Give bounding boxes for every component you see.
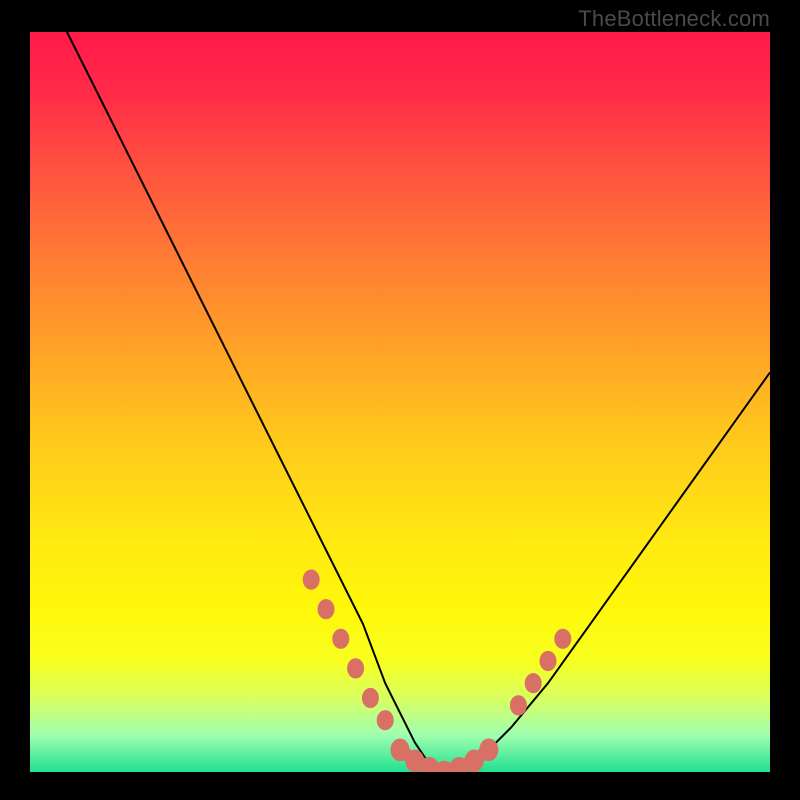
marker-point	[377, 711, 393, 730]
plot-area	[30, 32, 770, 772]
marker-point	[480, 739, 498, 761]
marker-point	[525, 674, 541, 693]
outer-frame: TheBottleneck.com	[0, 0, 800, 800]
marker-point	[540, 651, 556, 670]
chart-svg	[30, 32, 770, 772]
marker-point	[510, 696, 526, 715]
marker-point	[303, 570, 319, 589]
marker-point	[362, 688, 378, 707]
marker-point	[333, 629, 349, 648]
marker-point	[348, 659, 364, 678]
bottleneck-curve	[67, 32, 770, 772]
marker-group	[303, 570, 571, 772]
marker-point	[555, 629, 571, 648]
marker-point	[318, 600, 334, 619]
watermark-text: TheBottleneck.com	[578, 6, 770, 32]
